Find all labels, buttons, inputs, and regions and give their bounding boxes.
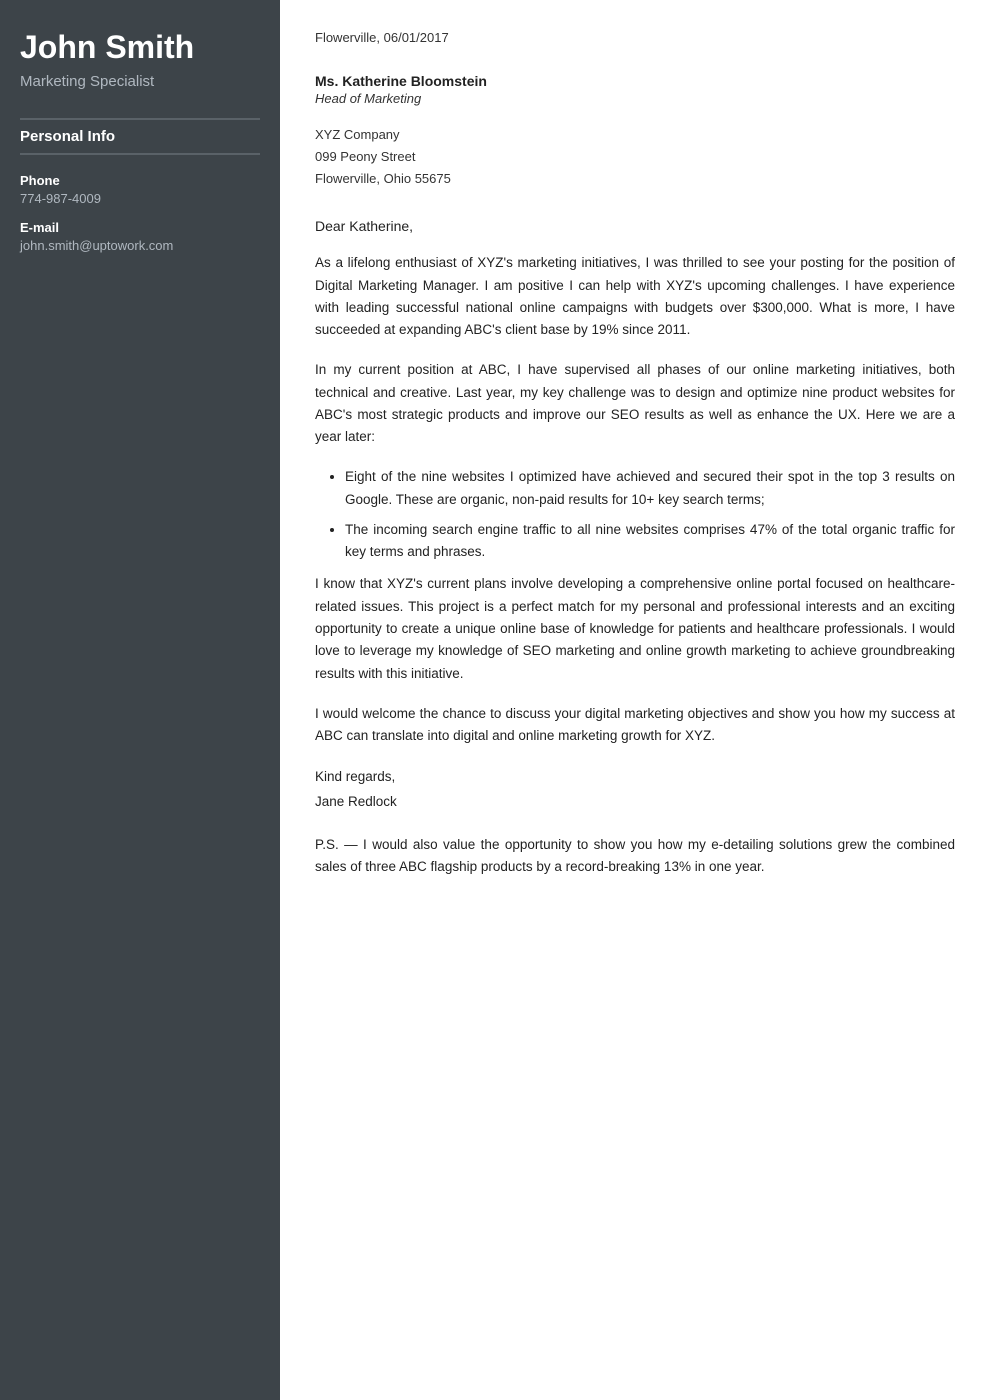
salutation: Dear Katherine,: [315, 218, 955, 234]
personal-info-heading: Personal Info: [20, 118, 260, 155]
paragraph-2: In my current position at ABC, I have su…: [315, 359, 955, 448]
address-line1: XYZ Company: [315, 124, 955, 146]
applicant-name: John Smith: [20, 30, 260, 65]
phone-value: 774-987-4009: [20, 191, 260, 206]
bullet-item-1: Eight of the nine websites I optimized h…: [345, 466, 955, 511]
letter-content: Flowerville, 06/01/2017 Ms. Katherine Bl…: [280, 0, 990, 1400]
recipient-title: Head of Marketing: [315, 91, 955, 106]
bullet-item-2: The incoming search engine traffic to al…: [345, 519, 955, 564]
recipient-address: XYZ Company 099 Peony Street Flowerville…: [315, 124, 955, 190]
phone-label: Phone: [20, 173, 260, 188]
letter-date: Flowerville, 06/01/2017: [315, 30, 955, 45]
paragraph-3: I know that XYZ's current plans involve …: [315, 573, 955, 684]
paragraph-4: I would welcome the chance to discuss yo…: [315, 703, 955, 748]
closing: Kind regards, Jane Redlock: [315, 765, 955, 814]
postscript: P.S. — I would also value the opportunit…: [315, 834, 955, 879]
bullet-list: Eight of the nine websites I optimized h…: [335, 466, 955, 563]
email-value: john.smith@uptowork.com: [20, 238, 260, 253]
email-label: E-mail: [20, 220, 260, 235]
closing-line2: Jane Redlock: [315, 790, 955, 814]
recipient-name: Ms. Katherine Bloomstein: [315, 73, 955, 89]
address-line3: Flowerville, Ohio 55675: [315, 168, 955, 190]
resume-page: John Smith Marketing Specialist Personal…: [0, 0, 990, 1400]
address-line2: 099 Peony Street: [315, 146, 955, 168]
closing-line1: Kind regards,: [315, 765, 955, 789]
paragraph-1: As a lifelong enthusiast of XYZ's market…: [315, 252, 955, 341]
sidebar: John Smith Marketing Specialist Personal…: [0, 0, 280, 1400]
applicant-title: Marketing Specialist: [20, 73, 260, 90]
